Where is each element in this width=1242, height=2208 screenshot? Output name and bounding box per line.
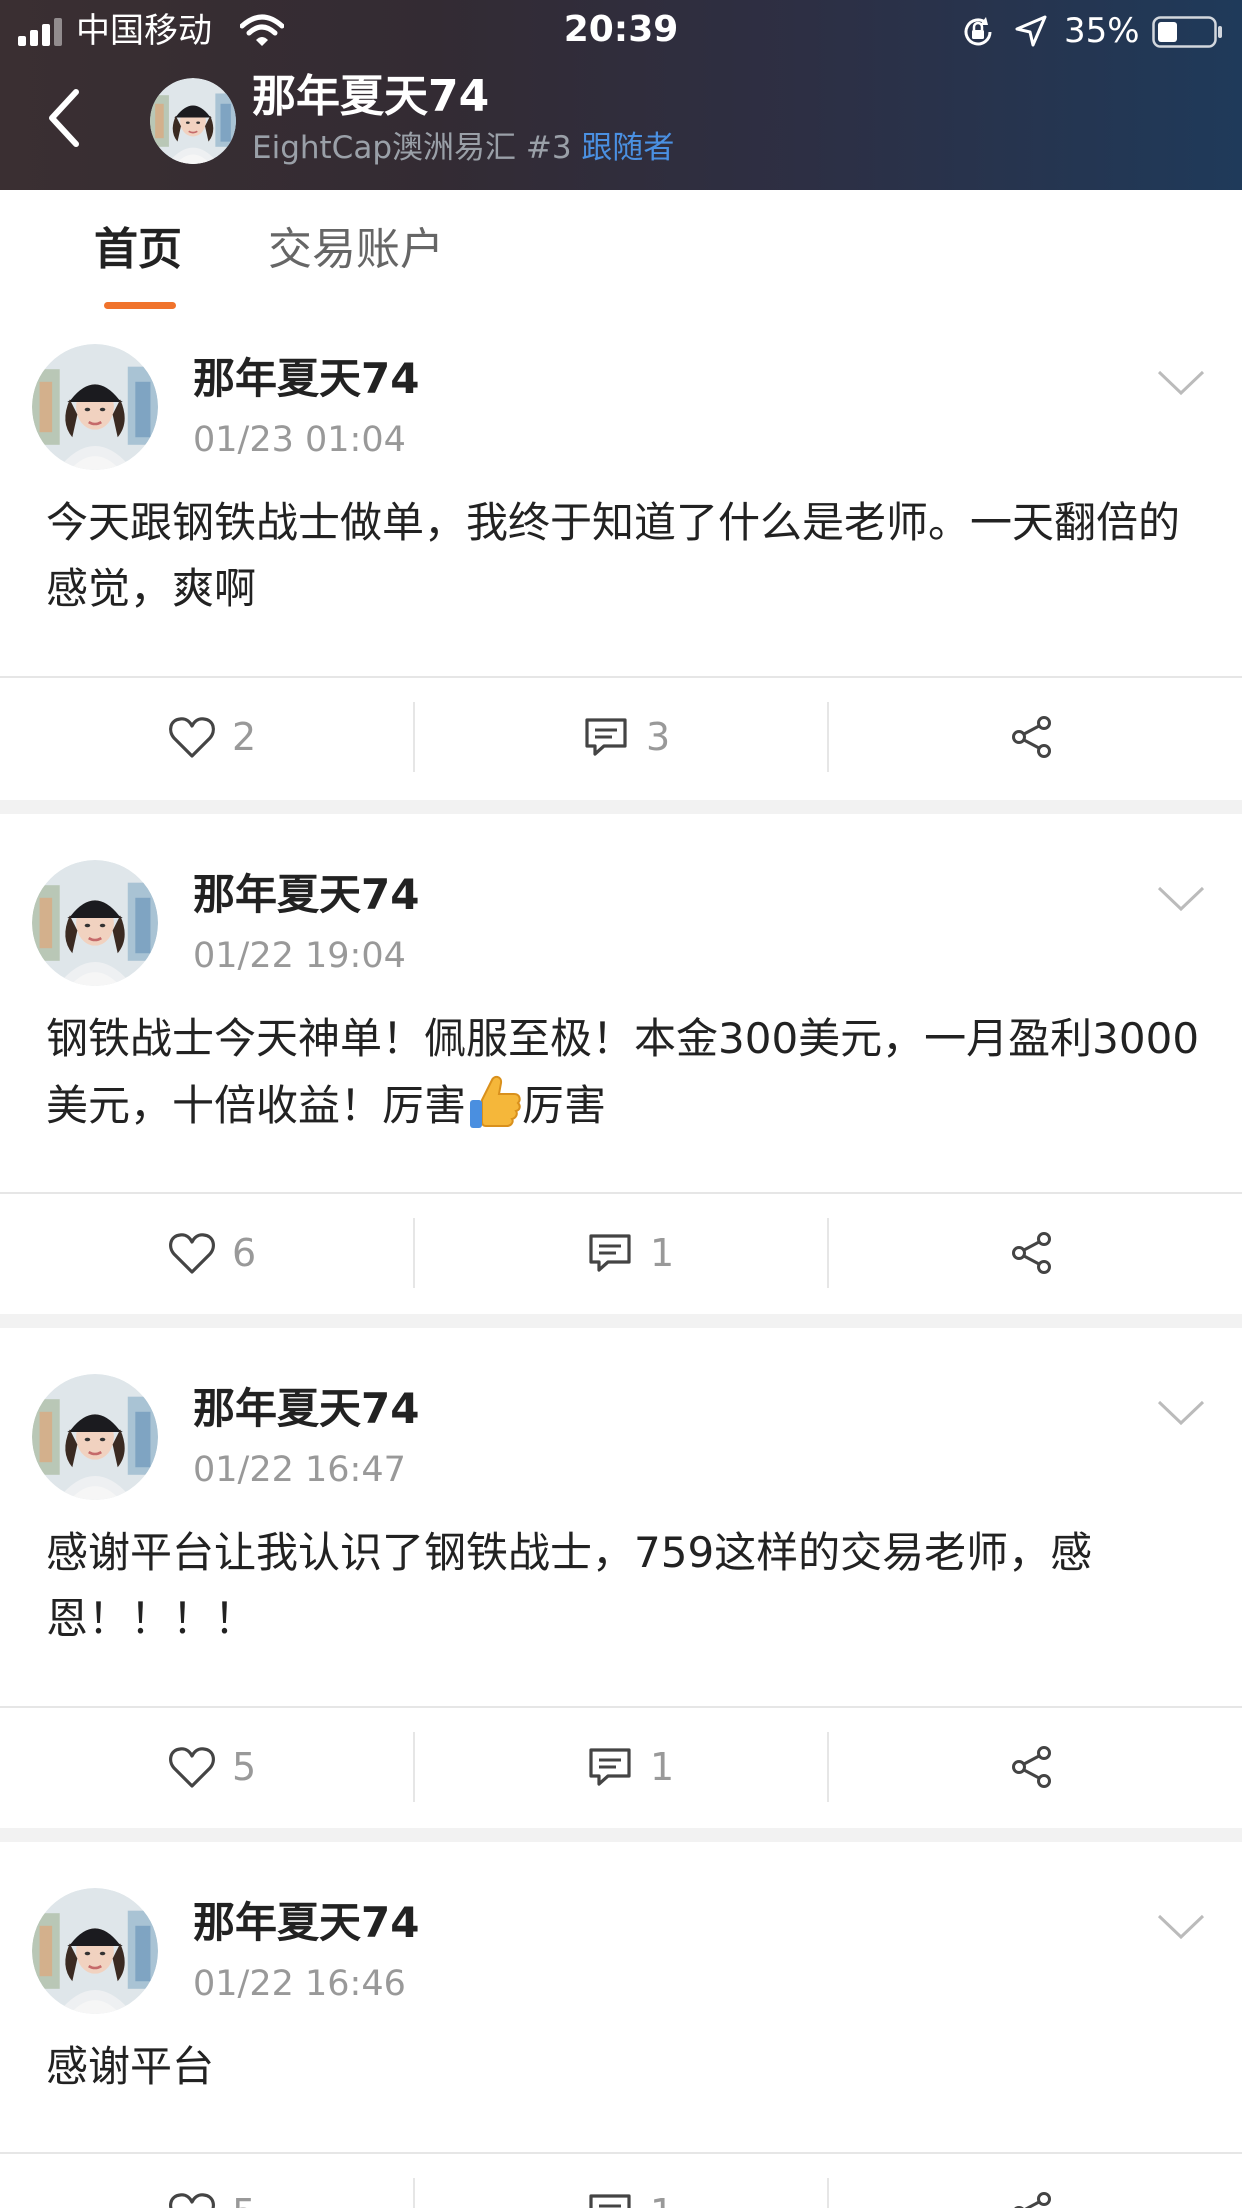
chevron-down-icon[interactable] xyxy=(1156,1398,1206,1428)
post-text: 钢铁战士今天神单！佩服至极！本金300美元，一月盈利3000美元，十倍收益！厉害… xyxy=(46,1006,1206,1139)
author-avatar[interactable] xyxy=(32,1374,158,1500)
comment-count: 1 xyxy=(650,1231,675,1275)
share-icon xyxy=(1008,714,1056,760)
rank-badge: #3 xyxy=(525,130,572,166)
comment-button[interactable]: 3 xyxy=(414,678,828,798)
comment-icon xyxy=(586,1744,634,1790)
heart-icon xyxy=(168,714,216,760)
share-icon xyxy=(1008,1744,1056,1790)
comment-count: 3 xyxy=(646,715,671,759)
comment-icon xyxy=(586,2190,634,2208)
author-avatar[interactable] xyxy=(32,860,158,986)
author-name[interactable]: 那年夏天74 xyxy=(193,868,419,922)
post-time: 01/22 16:46 xyxy=(193,1964,406,2004)
battery-icon xyxy=(1152,16,1222,48)
tab-bar: 首页 交易账户 xyxy=(0,190,1242,310)
post-separator xyxy=(0,1314,1242,1328)
post-text: 感谢平台 xyxy=(46,2042,215,2091)
broker-name: EightCap澳洲易汇 xyxy=(252,130,516,166)
post-separator xyxy=(0,800,1242,814)
post-actions: 5 1 xyxy=(0,2152,1242,2208)
like-button[interactable]: 6 xyxy=(0,1194,414,1314)
battery-percent: 35% xyxy=(1064,11,1140,51)
share-button[interactable] xyxy=(828,1194,1242,1314)
like-count: 6 xyxy=(232,1231,257,1275)
comment-icon xyxy=(582,714,630,760)
active-tab-indicator xyxy=(104,302,176,309)
comment-count: 1 xyxy=(650,2188,674,2208)
post-time: 01/22 16:47 xyxy=(193,1450,406,1490)
status-bar: 中国移动 20:39 35% xyxy=(0,0,1242,62)
post-time: 01/22 19:04 xyxy=(193,936,406,976)
location-icon xyxy=(1015,15,1047,47)
status-time: 20:39 xyxy=(563,9,679,50)
chevron-down-icon[interactable] xyxy=(1156,368,1206,398)
share-button[interactable] xyxy=(828,1708,1242,1828)
share-icon xyxy=(1008,1230,1056,1276)
heart-icon xyxy=(168,1230,216,1276)
comment-button[interactable]: 1 xyxy=(414,2154,828,2208)
comment-icon xyxy=(586,1230,634,1276)
header-subtitle: EightCap澳洲易汇 #3 跟随者 xyxy=(252,128,674,168)
post-separator xyxy=(0,1828,1242,1842)
comment-count: 1 xyxy=(650,1745,675,1789)
follower-label[interactable]: 跟随者 xyxy=(581,130,674,166)
author-avatar[interactable] xyxy=(32,344,158,470)
share-button[interactable] xyxy=(828,678,1242,798)
back-arrow-icon[interactable] xyxy=(40,82,88,154)
like-button[interactable]: 5 xyxy=(0,2154,414,2208)
post-actions: 5 1 xyxy=(0,1706,1242,1826)
share-button[interactable] xyxy=(828,2154,1242,2208)
header-username: 那年夏天74 xyxy=(252,71,490,122)
author-name[interactable]: 那年夏天74 xyxy=(193,1382,419,1436)
post-card: 那年夏天74 01/22 16:47 感谢平台让我认识了钢铁战士，759这样的交… xyxy=(0,1328,1242,1828)
post-text-part: 厉害 xyxy=(522,1081,607,1130)
chevron-down-icon[interactable] xyxy=(1156,884,1206,914)
like-count: 5 xyxy=(232,2188,256,2208)
chevron-down-icon[interactable] xyxy=(1156,1912,1206,1942)
rotation-lock-icon xyxy=(964,17,992,46)
comment-button[interactable]: 1 xyxy=(414,1194,828,1314)
like-button[interactable]: 5 xyxy=(0,1708,414,1828)
post-time: 01/23 01:04 xyxy=(193,420,406,460)
header-avatar[interactable] xyxy=(150,78,236,164)
heart-icon xyxy=(168,1744,216,1790)
tab-trading-account[interactable]: 交易账户 xyxy=(268,222,444,278)
post-card: 那年夏天74 01/23 01:04 今天跟钢铁战士做单，我终于知道了什么是老师… xyxy=(0,310,1242,800)
like-count: 2 xyxy=(232,715,257,759)
post-text: 今天跟钢铁战士做单，我终于知道了什么是老师。一天翻倍的感觉，爽啊 xyxy=(46,498,1181,613)
author-name[interactable]: 那年夏天74 xyxy=(193,1896,419,1950)
like-count: 5 xyxy=(232,1745,257,1789)
author-avatar[interactable] xyxy=(32,1888,158,2014)
post-text: 感谢平台让我认识了钢铁战士，759这样的交易老师，感恩！！！！ xyxy=(46,1528,1093,1643)
post-card: 那年夏天74 01/22 16:46 感谢平台 5 1 xyxy=(0,1842,1242,2208)
heart-icon xyxy=(168,2190,216,2208)
tab-home[interactable]: 首页 xyxy=(94,222,182,278)
post-text-part: 钢铁战士今天神单！佩服至极！本金300美元，一月盈利3000美元，十倍收益！厉害 xyxy=(46,1014,1200,1130)
post-actions: 2 3 xyxy=(0,676,1242,796)
post-card: 那年夏天74 01/22 19:04 钢铁战士今天神单！佩服至极！本金300美元… xyxy=(0,814,1242,1314)
profile-header: 中国移动 20:39 35% 那年夏天74 EightCap澳洲易汇 #3 跟随… xyxy=(0,0,1242,190)
thumbs-up-icon xyxy=(470,1075,521,1128)
like-button[interactable]: 2 xyxy=(0,678,414,798)
author-name[interactable]: 那年夏天74 xyxy=(193,352,419,406)
post-actions: 6 1 xyxy=(0,1192,1242,1312)
share-icon xyxy=(1008,2190,1056,2208)
comment-button[interactable]: 1 xyxy=(414,1708,828,1828)
